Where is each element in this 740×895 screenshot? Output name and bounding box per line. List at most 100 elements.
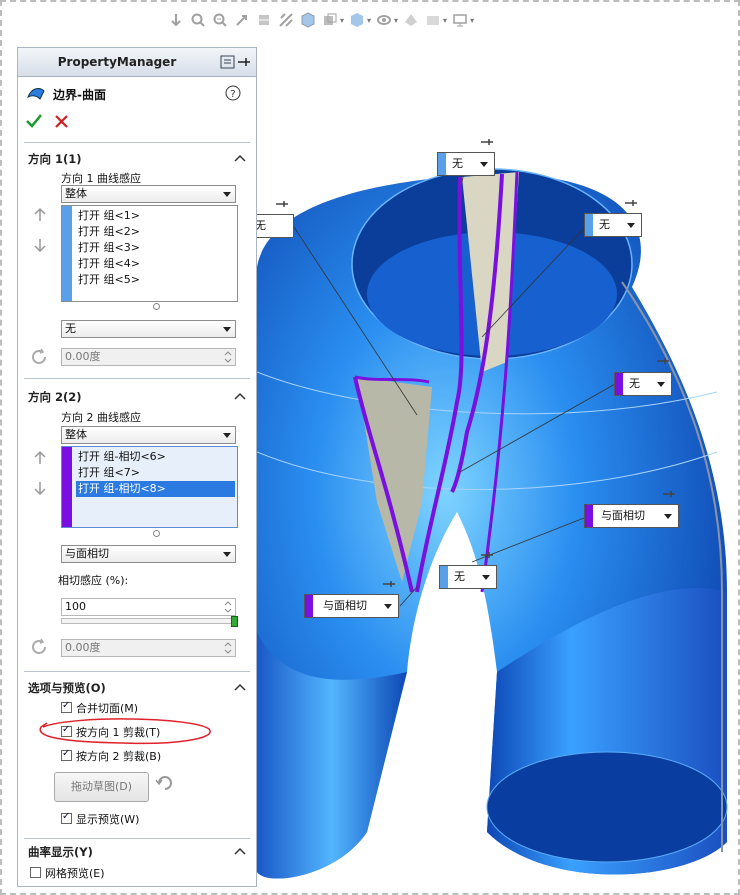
display-style-icon[interactable]: [321, 11, 339, 29]
spin-arrows-icon[interactable]: [222, 600, 234, 614]
list-item[interactable]: 打开 组<1>: [76, 208, 235, 224]
mesh-preview-label: 网格预览(E): [45, 867, 105, 880]
callout-top[interactable]: 无: [437, 152, 495, 176]
spin-arrows-icon[interactable]: [222, 350, 234, 364]
direction1-influence-select[interactable]: 整体: [61, 185, 236, 203]
direction1-angle-input[interactable]: 0.00度: [61, 348, 236, 366]
move-down-icon[interactable]: [34, 481, 46, 495]
resize-handle[interactable]: [153, 303, 160, 310]
slider-thumb[interactable]: [231, 616, 238, 627]
chevron-down-icon: [223, 327, 231, 332]
spin-arrows-icon[interactable]: [222, 641, 234, 655]
undo-icon[interactable]: [155, 775, 173, 791]
direction2-tangency-select[interactable]: 与面相切: [61, 545, 236, 563]
chevron-down-icon: [480, 162, 488, 167]
trim-by-dir2-checkbox[interactable]: [61, 748, 72, 761]
show-preview-checkbox[interactable]: [61, 811, 72, 824]
direction2-influence-select[interactable]: 整体: [61, 426, 236, 444]
options-title: 选项与预览(O): [28, 681, 106, 695]
collapse-chevron-icon[interactable]: [234, 683, 246, 691]
edit-appearance-icon[interactable]: [375, 11, 393, 29]
chevron-down-icon: [384, 604, 392, 609]
merge-tangent-faces-label: 合并切面(M): [76, 702, 139, 715]
list-item[interactable]: 打开 组-相切<6>: [76, 449, 235, 465]
monitor-icon[interactable]: [451, 11, 469, 29]
list-item[interactable]: 打开 组<2>: [76, 224, 235, 240]
chevron-down-icon: [627, 223, 635, 228]
previous-view-arrow-icon[interactable]: [233, 11, 251, 29]
zoom-to-area-icon[interactable]: [211, 11, 229, 29]
chevron-down-icon: [223, 552, 231, 557]
zoom-to-fit-icon[interactable]: [189, 11, 207, 29]
help-icon[interactable]: ?: [225, 85, 241, 101]
direction2-angle-input[interactable]: 0.00度: [61, 639, 236, 657]
divider: [24, 378, 250, 379]
callout-right-mid[interactable]: 无: [614, 372, 672, 396]
direction1-tangency-select[interactable]: 无: [61, 320, 236, 338]
view-orientation-icon[interactable]: [299, 11, 317, 29]
pin-icon[interactable]: [662, 489, 676, 499]
direction1-influence-value: 整体: [65, 187, 87, 200]
callout-right-tangent[interactable]: 与面相切: [584, 504, 679, 528]
apply-scene-icon[interactable]: [402, 11, 420, 29]
hide-show-items-icon[interactable]: [348, 11, 366, 29]
drag-sketch-button[interactable]: 拖动草图(D): [54, 772, 149, 802]
move-up-icon[interactable]: [34, 451, 46, 465]
pin-icon[interactable]: [480, 137, 494, 147]
property-manager-title: PropertyManager: [57, 55, 177, 69]
collapse-chevron-icon[interactable]: [234, 392, 246, 400]
callout-left-tangent[interactable]: 与面相切: [304, 594, 399, 618]
graphics-area[interactable]: [257, 32, 739, 894]
move-up-icon[interactable]: [34, 208, 46, 222]
list-item[interactable]: 打开 组<5>: [76, 272, 235, 288]
monitor-dropdown-icon[interactable]: ▾: [470, 16, 474, 25]
callout-center-low[interactable]: 无: [439, 565, 497, 589]
pin-panel-icon[interactable]: [220, 54, 252, 70]
tangent-influence-slider[interactable]: [61, 618, 236, 624]
hide-show-dropdown-icon[interactable]: ▾: [367, 16, 371, 25]
view-settings-dropdown-icon[interactable]: ▾: [443, 16, 447, 25]
dynamic-annotation-icon[interactable]: [277, 11, 295, 29]
callout-left-tangent-label: 与面相切: [323, 599, 367, 612]
pin-icon[interactable]: [275, 199, 289, 209]
appearance-dropdown-icon[interactable]: ▾: [394, 16, 398, 25]
list-item[interactable]: 打开 组<3>: [76, 240, 235, 256]
chevron-down-icon: [482, 575, 490, 580]
merge-tangent-faces-checkbox[interactable]: [61, 700, 72, 713]
display-style-dropdown-icon[interactable]: ▾: [340, 16, 344, 25]
resize-handle[interactable]: [153, 530, 160, 537]
pin-icon[interactable]: [656, 356, 670, 366]
svg-text:?: ?: [230, 89, 235, 100]
view-settings-icon[interactable]: [424, 11, 442, 29]
cancel-x-icon[interactable]: [55, 115, 68, 128]
callout-right-tangent-label: 与面相切: [601, 509, 645, 522]
rotate-angle-icon: [32, 348, 46, 364]
direction1-curves-list[interactable]: 打开 组<1> 打开 组<2> 打开 组<3> 打开 组<4> 打开 组<5>: [61, 205, 238, 302]
direction2-influence-label: 方向 2 曲线感应: [61, 411, 141, 424]
divider: [24, 838, 250, 839]
right-leg-opening: [486, 751, 728, 863]
move-down-icon[interactable]: [34, 238, 46, 252]
previous-view-icon[interactable]: [167, 11, 185, 29]
property-manager-header: PropertyManager: [18, 48, 256, 77]
list-item[interactable]: 打开 组<7>: [76, 465, 235, 481]
chevron-down-icon: [223, 192, 231, 197]
divider: [24, 142, 250, 143]
collapse-chevron-icon[interactable]: [234, 847, 246, 855]
section-view-icon[interactable]: [255, 11, 273, 29]
ok-check-icon[interactable]: [26, 114, 42, 128]
callout-left[interactable]: 无: [252, 214, 294, 238]
collapse-chevron-icon[interactable]: [234, 154, 246, 162]
list-item[interactable]: 打开 组-相切<8>: [76, 481, 235, 497]
tangent-influence-input[interactable]: 100: [61, 598, 236, 616]
pin-icon[interactable]: [382, 579, 396, 589]
direction2-title: 方向 2(2): [28, 390, 82, 404]
pin-icon[interactable]: [480, 550, 494, 560]
list-item[interactable]: 打开 组<4>: [76, 256, 235, 272]
callout-right-top[interactable]: 无: [584, 213, 642, 237]
mesh-preview-checkbox[interactable]: [30, 867, 41, 878]
direction1-title: 方向 1(1): [28, 152, 82, 166]
rotate-angle-icon: [32, 638, 46, 654]
pin-icon[interactable]: [624, 198, 638, 208]
direction2-curves-list[interactable]: 打开 组-相切<6> 打开 组<7> 打开 组-相切<8>: [61, 446, 238, 528]
